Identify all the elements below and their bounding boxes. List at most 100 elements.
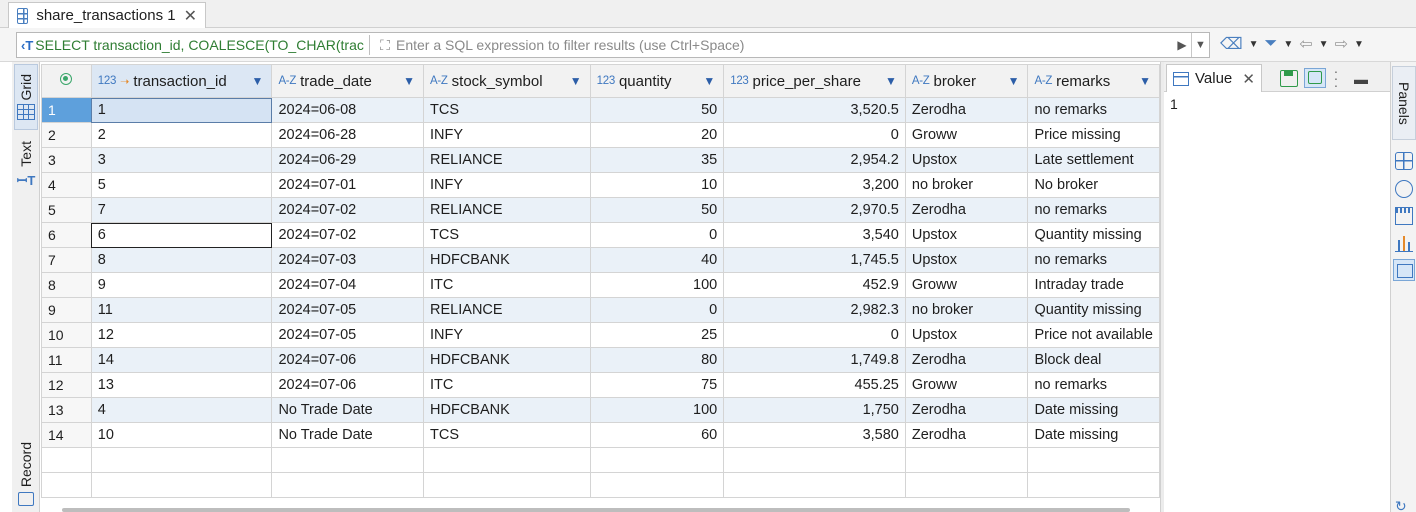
back-arrow-icon[interactable]: ⇦ — [1299, 34, 1312, 54]
row-number[interactable]: 10 — [41, 322, 92, 348]
column-header[interactable]: 123 ➝ transaction_id ▼ — [90, 64, 273, 98]
cell-remarks[interactable]: Intraday trade — [1027, 272, 1160, 298]
cell-broker[interactable]: Upstox — [904, 222, 1029, 248]
metadata-icon[interactable] — [1395, 207, 1413, 225]
table-row[interactable]: 4 5 2024=07-01 INFY 10 3,200 no broker N… — [41, 172, 1160, 198]
cell-transaction-id[interactable]: 5 — [90, 172, 273, 198]
forward-arrow-icon[interactable]: ⇨ — [1335, 34, 1348, 54]
chevron-down-icon[interactable]: ▼ — [1354, 39, 1364, 50]
chevron-down-icon[interactable]: ▼ — [1283, 39, 1293, 50]
cell-transaction-id[interactable]: 6 — [90, 222, 273, 248]
cell-remarks[interactable]: Price missing — [1027, 122, 1160, 148]
cell-trade-date[interactable]: No Trade Date — [271, 422, 425, 448]
cell-trade-date[interactable]: No Trade Date — [271, 397, 425, 423]
close-icon[interactable]: ✕ — [1242, 70, 1255, 88]
table-row[interactable]: 6 6 2024=07-02 TCS 0 3,540 Upstox Quanti… — [41, 222, 1160, 248]
cell-stock-symbol[interactable]: HDFCBANK — [423, 397, 591, 423]
cell-trade-date[interactable]: 2024=07-02 — [271, 222, 425, 248]
cell-remarks[interactable]: Date missing — [1027, 422, 1160, 448]
tab-share-transactions[interactable]: share_transactions 1 ✕ — [8, 2, 206, 28]
cell-quantity[interactable]: 20 — [589, 122, 725, 148]
cell-price-per-share[interactable]: 455.25 — [723, 372, 906, 398]
cell-price-per-share[interactable]: 2,954.2 — [723, 147, 906, 173]
cell-trade-date[interactable]: 2024=07-01 — [271, 172, 425, 198]
column-header[interactable]: A-Z remarks ▼ — [1027, 64, 1160, 98]
cell-broker[interactable]: Zerodha — [904, 422, 1029, 448]
table-row[interactable]: 11 14 2024=07-06 HDFCBANK 80 1,749.8 Zer… — [41, 347, 1160, 373]
table-row[interactable]: 1 1 2024=06-08 TCS 50 3,520.5 Zerodha no… — [41, 97, 1160, 123]
cell-transaction-id[interactable]: 2 — [90, 122, 273, 148]
cell-stock-symbol[interactable]: HDFCBANK — [423, 247, 591, 273]
cell-stock-symbol[interactable]: ITC — [423, 372, 591, 398]
sort-dropdown-icon[interactable]: ▼ — [252, 74, 264, 88]
cell-price-per-share[interactable]: 1,750 — [723, 397, 906, 423]
cell-stock-symbol[interactable]: RELIANCE — [423, 197, 591, 223]
expand-icon[interactable]: ⛶ — [374, 37, 396, 54]
column-header[interactable]: 123 quantity ▼ — [589, 64, 725, 98]
cell-transaction-id[interactable]: 1 — [90, 97, 273, 123]
cell-stock-symbol[interactable]: TCS — [423, 422, 591, 448]
cell-trade-date[interactable]: 2024=06-29 — [271, 147, 425, 173]
cell-transaction-id[interactable]: 9 — [90, 272, 273, 298]
horizontal-scrollbar[interactable] — [62, 508, 1130, 512]
cell-price-per-share[interactable]: 2,982.3 — [723, 297, 906, 323]
cell-stock-symbol[interactable]: TCS — [423, 97, 591, 123]
row-number[interactable]: 5 — [41, 197, 92, 223]
refresh-icon[interactable]: ↻ — [1395, 498, 1413, 512]
tab-value[interactable]: Value ✕ — [1166, 64, 1262, 92]
cell-transaction-id[interactable]: 14 — [90, 347, 273, 373]
cell-trade-date[interactable]: 2024=06-28 — [271, 122, 425, 148]
cell-quantity[interactable]: 100 — [589, 272, 725, 298]
cell-remarks[interactable]: Quantity missing — [1027, 297, 1160, 323]
cell-quantity[interactable]: 0 — [589, 222, 725, 248]
cell-trade-date[interactable]: 2024=07-05 — [271, 297, 425, 323]
cell-remarks[interactable]: no remarks — [1027, 97, 1160, 123]
cell-broker[interactable]: Zerodha — [904, 347, 1029, 373]
cell-transaction-id[interactable]: 13 — [90, 372, 273, 398]
cell-quantity[interactable]: 50 — [589, 197, 725, 223]
column-header[interactable]: A-Z broker ▼ — [904, 64, 1029, 98]
cell-broker[interactable]: no broker — [904, 172, 1029, 198]
cell-broker[interactable]: Upstox — [904, 322, 1029, 348]
cell-stock-symbol[interactable]: TCS — [423, 222, 591, 248]
apply-filter-icon[interactable]: ▶ — [1173, 38, 1191, 52]
cell-trade-date[interactable]: 2024=07-03 — [271, 247, 425, 273]
cell-transaction-id[interactable]: 10 — [90, 422, 273, 448]
cell-trade-date[interactable]: 2024=07-06 — [271, 372, 425, 398]
cell-trade-date[interactable]: 2024=07-05 — [271, 322, 425, 348]
cell-stock-symbol[interactable]: RELIANCE — [423, 297, 591, 323]
cell-price-per-share[interactable]: 452.9 — [723, 272, 906, 298]
cell-broker[interactable]: Groww — [904, 372, 1029, 398]
row-number[interactable]: 7 — [41, 247, 92, 273]
row-number[interactable]: 11 — [41, 347, 92, 373]
chevron-down-icon[interactable]: ▼ — [1249, 39, 1259, 50]
cell-quantity[interactable]: 100 — [589, 397, 725, 423]
row-number[interactable]: 3 — [41, 147, 92, 173]
sort-dropdown-icon[interactable]: ▼ — [1139, 74, 1151, 88]
table-row[interactable]: 10 12 2024=07-05 INFY 25 0 Upstox Price … — [41, 322, 1160, 348]
filter-history-dropdown-icon[interactable]: ▼ — [1191, 33, 1209, 57]
cell-stock-symbol[interactable]: INFY — [423, 322, 591, 348]
tab-record[interactable]: Record — [14, 436, 38, 512]
cell-transaction-id[interactable]: 11 — [90, 297, 273, 323]
cell-transaction-id[interactable]: 7 — [90, 197, 273, 223]
cell-broker[interactable]: Groww — [904, 122, 1029, 148]
tab-text[interactable]: Text ꟷT — [14, 134, 38, 196]
cell-remarks[interactable]: no remarks — [1027, 372, 1160, 398]
sort-dropdown-icon[interactable]: ▼ — [570, 74, 582, 88]
cell-quantity[interactable]: 25 — [589, 322, 725, 348]
table-row[interactable]: 5 7 2024=07-02 RELIANCE 50 2,970.5 Zerod… — [41, 197, 1160, 223]
cell-stock-symbol[interactable]: HDFCBANK — [423, 347, 591, 373]
value-viewer-icon[interactable] — [1393, 259, 1415, 281]
tab-panels[interactable]: Panels — [1392, 66, 1416, 140]
row-number[interactable]: 2 — [41, 122, 92, 148]
cell-stock-symbol[interactable]: RELIANCE — [423, 147, 591, 173]
row-number[interactable]: 8 — [41, 272, 92, 298]
cell-price-per-share[interactable]: 2,970.5 — [723, 197, 906, 223]
cell-price-per-share[interactable]: 3,520.5 — [723, 97, 906, 123]
cell-quantity[interactable]: 75 — [589, 372, 725, 398]
cell-stock-symbol[interactable]: INFY — [423, 122, 591, 148]
cell-price-per-share[interactable]: 0 — [723, 322, 906, 348]
save-icon[interactable] — [1280, 70, 1298, 87]
table-row[interactable]: 3 3 2024=06-29 RELIANCE 35 2,954.2 Upsto… — [41, 147, 1160, 173]
